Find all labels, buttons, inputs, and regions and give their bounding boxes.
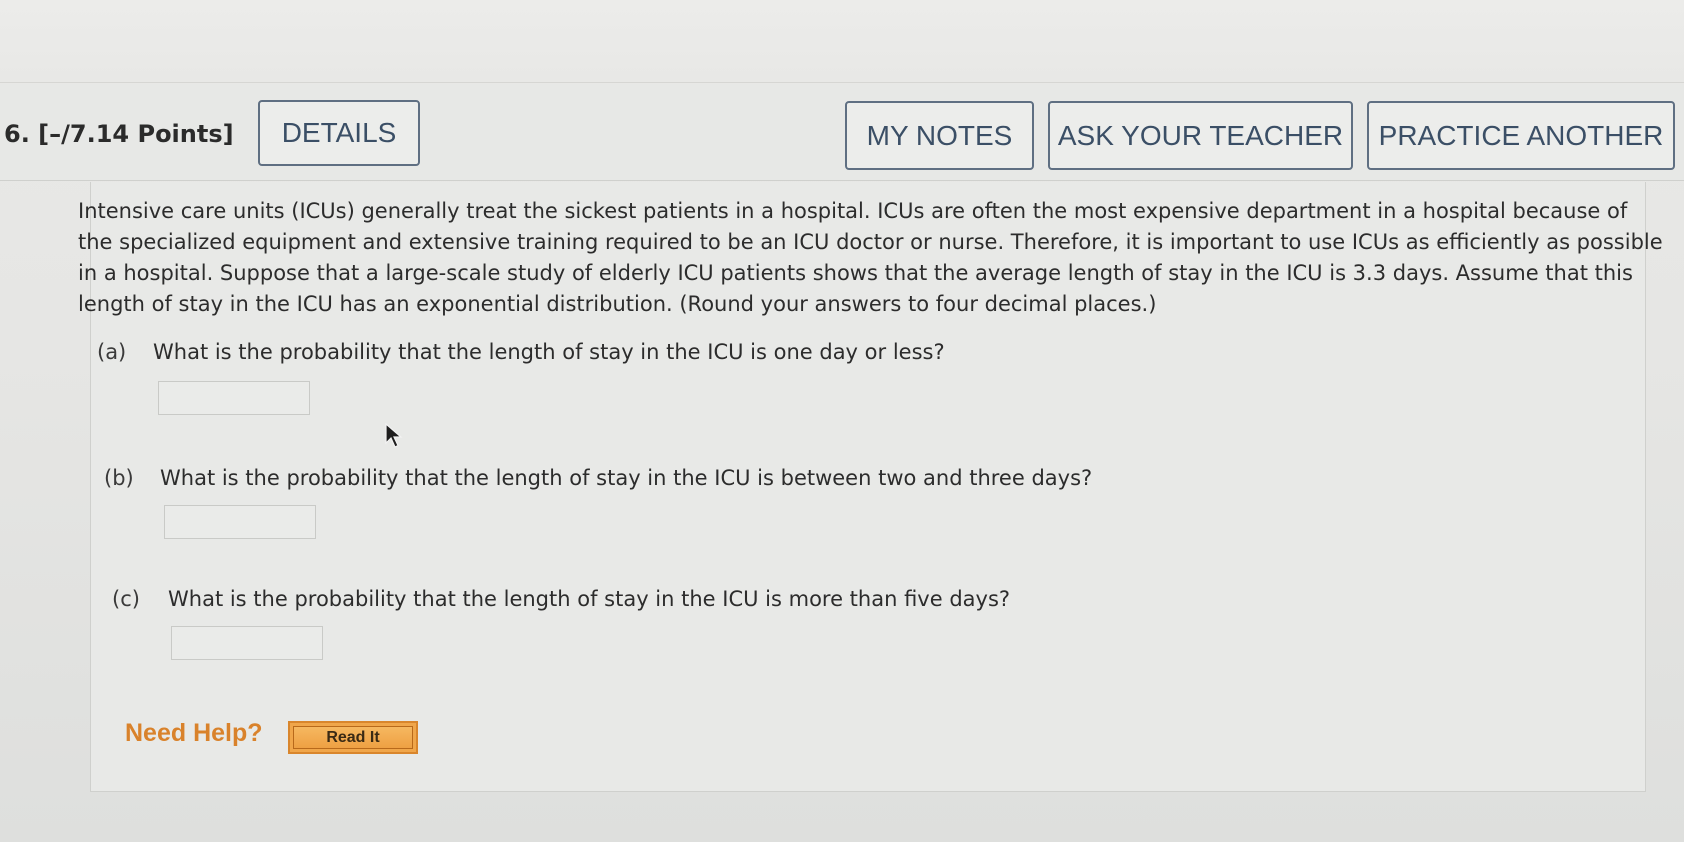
read-it-button[interactable]: Read It	[288, 721, 418, 754]
answer-input-c[interactable]	[171, 626, 323, 660]
part-text: What is the probability that the length …	[168, 587, 1011, 611]
part-c: (c) What is the probability that the leng…	[112, 587, 1010, 611]
practice-another-button[interactable]: PRACTICE ANOTHER	[1367, 101, 1675, 170]
need-help-label: Need Help?	[125, 719, 263, 747]
ask-your-teacher-button[interactable]: ASK YOUR TEACHER	[1048, 101, 1353, 170]
part-text: What is the probability that the length …	[153, 340, 945, 364]
part-a: (a) What is the probability that the leng…	[97, 340, 945, 364]
question-title: 6. [–/7.14 Points]	[4, 120, 234, 148]
mouse-pointer-icon	[385, 423, 403, 448]
my-notes-button[interactable]: MY NOTES	[845, 101, 1034, 170]
read-it-label: Read It	[293, 726, 413, 749]
details-button[interactable]: DETAILS	[258, 100, 420, 166]
answer-input-a[interactable]	[158, 381, 310, 415]
top-strip	[0, 0, 1684, 83]
part-b: (b) What is the probability that the leng…	[104, 466, 1092, 490]
question-prompt: Intensive care units (ICUs) generally tr…	[78, 199, 1663, 316]
part-text: What is the probability that the length …	[160, 466, 1093, 490]
part-letter: (a)	[97, 340, 127, 364]
part-letter: (b)	[104, 466, 134, 490]
part-letter: (c)	[112, 587, 140, 611]
answer-input-b[interactable]	[164, 505, 316, 539]
